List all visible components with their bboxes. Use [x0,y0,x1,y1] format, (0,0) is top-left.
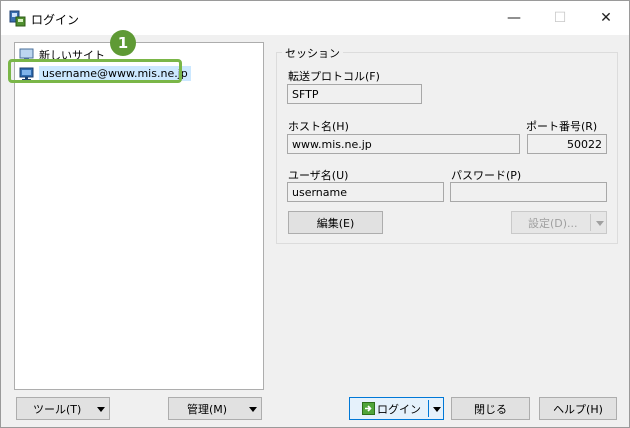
title-bar: ログイン — ☐ ✕ [1,1,629,35]
chevron-down-icon [433,407,441,412]
login-split-divider [428,400,429,417]
chevron-down-icon [249,407,257,412]
winscp-app-icon [9,10,26,27]
password-label: パスワード(P) [451,169,522,182]
protocol-label: 転送プロトコル(F) [288,70,380,83]
tools-button-label: ツール(T) [33,402,82,416]
settings-button: 設定(D)... [511,211,607,234]
login-icon [362,402,375,415]
username-label: ユーザ名(U) [288,169,349,182]
settings-button-label: 設定(D)... [528,216,578,230]
maximize-button[interactable]: ☐ [537,1,583,35]
manage-button-label: 管理(M) [187,402,228,416]
host-label: ホスト名(H) [288,120,349,133]
manage-button[interactable]: 管理(M) [168,397,262,420]
help-button[interactable]: ヘルプ(H) [539,397,617,420]
username-input[interactable]: username [287,182,444,202]
close-window-button[interactable]: ✕ [583,1,629,35]
chevron-down-icon [97,407,105,412]
annotation-highlight [8,59,182,83]
edit-button[interactable]: 編集(E) [288,211,383,234]
login-button-label: ログイン [377,402,421,416]
host-input[interactable]: www.mis.ne.jp [287,134,520,154]
port-input[interactable]: 50022 [527,134,607,154]
chevron-down-icon [596,221,604,226]
protocol-select[interactable]: SFTP [287,84,422,104]
settings-split-divider [590,214,591,231]
site-tree[interactable]: 新しいサイト username@www.mis.ne.jp [14,42,264,390]
login-button[interactable]: ログイン [349,397,444,420]
annotation-badge: 1 [110,30,136,56]
tools-button[interactable]: ツール(T) [16,397,110,420]
password-input[interactable] [450,182,607,202]
login-dialog: ログイン — ☐ ✕ 新しいサイト username@www.mis.ne.jp… [0,0,630,428]
window-title: ログイン [31,13,80,27]
port-label: ポート番号(R) [526,120,598,133]
minimize-button[interactable]: — [491,1,537,35]
session-group-title: セッション [282,45,343,61]
close-button[interactable]: 閉じる [451,397,530,420]
